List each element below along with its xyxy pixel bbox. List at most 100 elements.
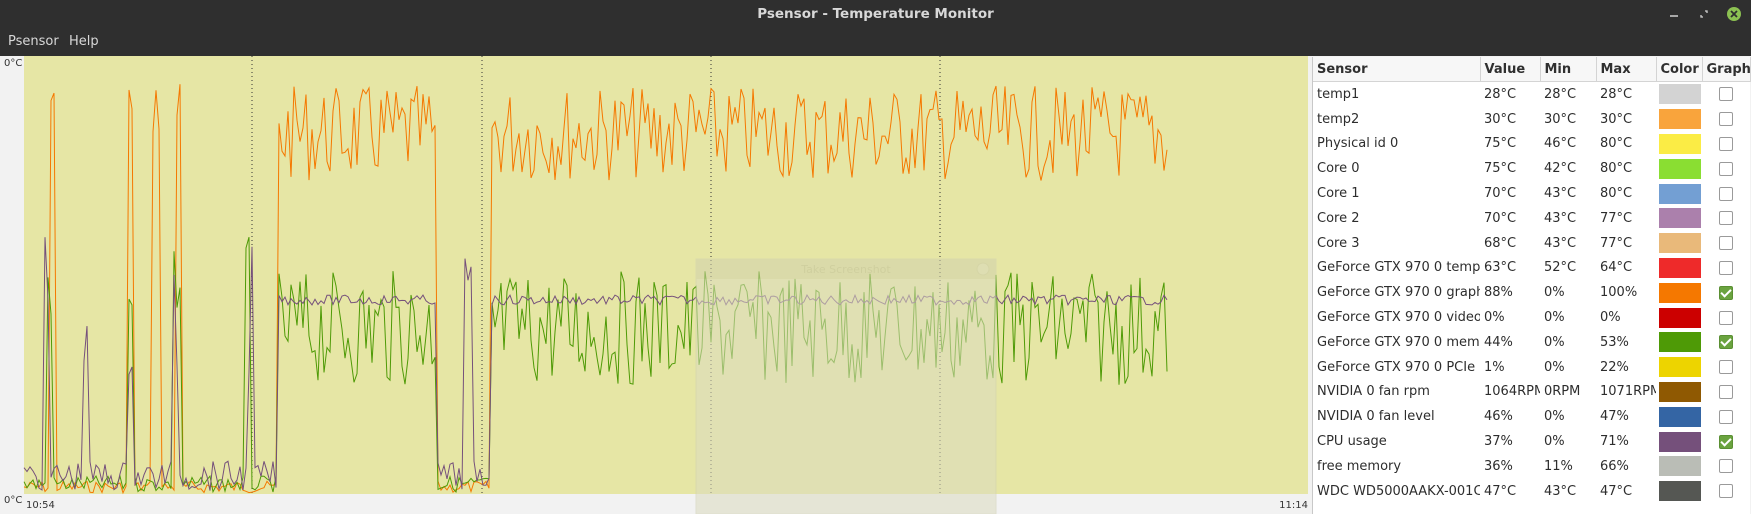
graph-checkbox[interactable] (1719, 211, 1733, 226)
color-swatch[interactable] (1659, 257, 1701, 278)
color-swatch[interactable] (1659, 233, 1701, 254)
table-row[interactable]: temp2 30°C 30°C 30°C (1313, 107, 1750, 132)
color-swatch[interactable] (1659, 109, 1701, 130)
table-row[interactable]: Core 2 70°C 43°C 77°C (1313, 206, 1750, 231)
cell-color[interactable] (1656, 206, 1702, 231)
cell-sensor: Physical id 0 (1317, 136, 1399, 152)
color-swatch[interactable] (1659, 332, 1701, 353)
graph-checkbox[interactable] (1719, 484, 1733, 499)
table-row[interactable]: GeForce GTX 970 0 graphics88% 0% 100% (1313, 280, 1750, 305)
column-header-max[interactable]: Max (1596, 57, 1657, 82)
cell-color[interactable] (1656, 231, 1702, 256)
graph-checkbox[interactable] (1719, 335, 1733, 350)
cell-color[interactable] (1656, 107, 1702, 132)
maximize-button[interactable] (1694, 4, 1714, 24)
close-button[interactable] (1724, 4, 1744, 24)
color-swatch[interactable] (1659, 307, 1701, 328)
table-row[interactable]: Core 1 70°C 43°C 80°C (1313, 181, 1750, 206)
color-swatch[interactable] (1659, 158, 1701, 179)
table-row[interactable]: NVIDIA 0 fan rpm 1064RPM 0RPM 1071RPM (1313, 380, 1750, 405)
cell-color[interactable] (1656, 479, 1702, 504)
graph-checkbox[interactable] (1719, 87, 1733, 102)
color-swatch[interactable] (1659, 357, 1701, 378)
graph-checkbox[interactable] (1719, 310, 1733, 325)
cell-color[interactable] (1656, 330, 1702, 355)
cell-graph (1702, 479, 1750, 504)
column-header-sensor[interactable]: Sensor (1313, 57, 1481, 82)
cell-graph (1702, 454, 1750, 479)
cell-graph (1702, 181, 1750, 206)
title-bar: Psensor - Temperature Monitor (0, 0, 1751, 28)
cell-value: 63°C (1484, 260, 1517, 276)
table-row[interactable]: CPU usage 37% 0% 71% (1313, 429, 1750, 454)
x-axis-start-label: 10:54 (26, 500, 55, 511)
table-row[interactable]: GeForce GTX 970 0 video 0% 0% 0% (1313, 305, 1750, 330)
table-row[interactable]: WDC WD5000AAKX-001CA047°C43°C47°C (1313, 479, 1750, 504)
cell-color[interactable] (1656, 380, 1702, 405)
screenshot-overlay: Take Screenshot (695, 258, 997, 514)
column-header-value[interactable]: Value (1480, 57, 1541, 82)
table-row[interactable]: NVIDIA 0 fan level 46% 0% 47% (1313, 404, 1750, 429)
table-row[interactable]: GeForce GTX 970 0 temp 63°C 52°C 64°C (1313, 256, 1750, 281)
graph-checkbox[interactable] (1719, 236, 1733, 251)
cell-color[interactable] (1656, 82, 1702, 107)
cell-color[interactable] (1656, 429, 1702, 454)
cell-max: 64°C (1600, 260, 1633, 276)
graph-checkbox[interactable] (1719, 285, 1733, 300)
cell-color[interactable] (1656, 355, 1702, 380)
graph-checkbox[interactable] (1719, 136, 1733, 151)
cell-min: 0% (1544, 409, 1565, 425)
cell-value: 46% (1484, 409, 1513, 425)
graph-checkbox[interactable] (1719, 409, 1733, 424)
cell-sensor: NVIDIA 0 fan rpm (1317, 384, 1430, 400)
cell-max: 47°C (1600, 483, 1633, 499)
graph-checkbox[interactable] (1719, 161, 1733, 176)
table-row[interactable]: GeForce GTX 970 0 PCIe 1% 0% 22% (1313, 355, 1750, 380)
column-header-color[interactable]: Color (1656, 57, 1703, 82)
table-row[interactable]: Physical id 0 75°C 46°C 80°C (1313, 132, 1750, 157)
table-row[interactable]: free memory 36% 11% 66% (1313, 454, 1750, 479)
cell-color[interactable] (1656, 181, 1702, 206)
graph-checkbox[interactable] (1719, 434, 1733, 449)
color-swatch[interactable] (1659, 208, 1701, 229)
close-icon (1727, 7, 1741, 21)
color-swatch[interactable] (1659, 431, 1701, 452)
cell-color[interactable] (1656, 132, 1702, 157)
color-swatch[interactable] (1659, 481, 1701, 502)
cell-max: 53% (1600, 334, 1629, 350)
cell-graph (1702, 132, 1750, 157)
cell-value: 36% (1484, 458, 1513, 474)
column-header-graph[interactable]: Graph (1702, 57, 1751, 82)
column-header-min[interactable]: Min (1540, 57, 1597, 82)
cell-color[interactable] (1656, 305, 1702, 330)
cell-color[interactable] (1656, 454, 1702, 479)
graph-checkbox[interactable] (1719, 112, 1733, 127)
color-swatch[interactable] (1659, 183, 1701, 204)
cell-value: 88% (1484, 285, 1513, 301)
table-row[interactable]: temp1 28°C 28°C 28°C (1313, 82, 1750, 107)
menu-psensor[interactable]: Psensor (8, 34, 59, 49)
minimize-button[interactable] (1664, 4, 1684, 24)
cell-color[interactable] (1656, 156, 1702, 181)
table-header: Sensor Value Min Max Color Graph (1313, 57, 1751, 82)
cell-value: 28°C (1484, 86, 1517, 102)
cell-color[interactable] (1656, 404, 1702, 429)
color-swatch[interactable] (1659, 84, 1701, 105)
color-swatch[interactable] (1659, 381, 1701, 402)
graph-checkbox[interactable] (1719, 360, 1733, 375)
menu-help[interactable]: Help (69, 34, 99, 49)
color-swatch[interactable] (1659, 282, 1701, 303)
color-swatch[interactable] (1659, 133, 1701, 154)
table-row[interactable]: Core 0 75°C 42°C 80°C (1313, 156, 1750, 181)
color-swatch[interactable] (1659, 456, 1701, 477)
cell-color[interactable] (1656, 280, 1702, 305)
graph-checkbox[interactable] (1719, 186, 1733, 201)
color-swatch[interactable] (1659, 406, 1701, 427)
table-row[interactable]: Core 3 68°C 43°C 77°C (1313, 231, 1750, 256)
table-row[interactable]: GeForce GTX 970 0 memory44% 0% 53% (1313, 330, 1750, 355)
cell-min: 0RPM (1544, 384, 1581, 400)
graph-checkbox[interactable] (1719, 384, 1733, 399)
graph-checkbox[interactable] (1719, 260, 1733, 275)
cell-color[interactable] (1656, 256, 1702, 281)
graph-checkbox[interactable] (1719, 459, 1733, 474)
